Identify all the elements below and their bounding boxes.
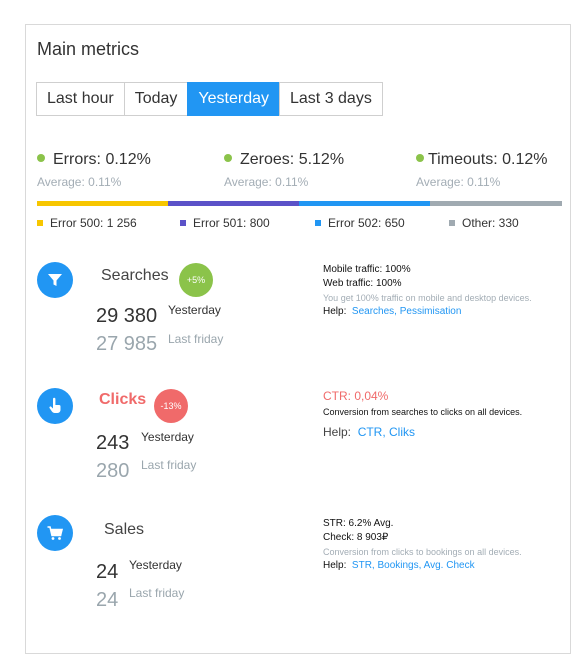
sales-previous-value: 24: [96, 589, 119, 611]
str-text: STR: 6.2% Avg.: [323, 518, 394, 529]
legend-label: Error 500: 1 256: [50, 216, 137, 230]
searches-previous-label: Last friday: [168, 332, 224, 346]
sales-help-links[interactable]: STR, Bookings, Avg. Check: [352, 560, 475, 571]
period-tabs: Last hour Today Yesterday Last 3 days: [36, 82, 383, 116]
bar-segment-other: [430, 201, 562, 206]
section-clicks-title: Clicks: [99, 391, 147, 408]
section-sales-title: Sales: [104, 521, 145, 538]
help-label: Help:: [323, 306, 347, 317]
pointer-icon: [37, 388, 73, 424]
cart-icon: [37, 515, 73, 551]
clicks-previous-label: Last friday: [141, 458, 197, 472]
error-distribution-bar: [37, 201, 562, 206]
legend-square-icon: [449, 219, 455, 226]
metric-timeouts-average: Average: 0.11%: [416, 175, 501, 189]
help-label: Help:: [323, 425, 352, 439]
section-searches-title: Searches: [101, 267, 169, 284]
metric-errors-label: Errors: 0.12%: [53, 151, 151, 168]
searches-note: You get 100% traffic on mobile and deskt…: [323, 293, 532, 303]
clicks-help-links[interactable]: CTR, Cliks: [358, 425, 415, 439]
searches-current-label: Yesterday: [168, 303, 221, 317]
legend-error-502: Error 502: 650: [315, 216, 405, 230]
tab-last-3-days[interactable]: Last 3 days: [279, 82, 383, 116]
tab-yesterday[interactable]: Yesterday: [187, 82, 280, 116]
clicks-info: CTR: 0,04% Conversion from searches to c…: [323, 389, 522, 439]
bar-segment-error-500: [37, 201, 168, 206]
check-text: Check: 8 903₽: [323, 532, 389, 543]
sales-current-label: Yesterday: [129, 558, 182, 572]
sales-current-value: 24: [96, 561, 119, 583]
metric-errors: Errors: 0.12% Average: 0.11%: [37, 151, 151, 189]
metric-zeroes-average: Average: 0.11%: [224, 175, 309, 189]
searches-current-value: 29 380: [96, 305, 158, 327]
metric-zeroes: Zeroes: 5.12% Average: 0.11%: [224, 151, 344, 189]
sales-note: Conversion from clicks to bookings on al…: [323, 547, 522, 557]
metric-zeroes-label: Zeroes: 5.12%: [240, 151, 345, 168]
web-traffic-text: Web traffic: 100%: [323, 278, 402, 289]
status-dot-icon: [224, 153, 232, 162]
legend-square-icon: [37, 219, 43, 226]
status-dot-icon: [416, 153, 424, 162]
metric-errors-average: Average: 0.11%: [37, 175, 122, 189]
legend-square-icon: [180, 219, 186, 226]
legend-error-501: Error 501: 800: [180, 216, 270, 230]
legend-label: Error 502: 650: [328, 216, 405, 230]
searches-change-badge: +5%: [179, 263, 213, 297]
ctr-text: CTR: 0,04%: [323, 389, 389, 403]
card-title: Main metrics: [37, 39, 140, 59]
mobile-traffic-text: Mobile traffic: 100%: [323, 264, 411, 275]
legend-label: Error 501: 800: [193, 216, 270, 230]
bar-segment-error-501: [168, 201, 299, 206]
searches-info: Mobile traffic: 100% Web traffic: 100% Y…: [323, 263, 532, 319]
sales-previous-label: Last friday: [129, 586, 185, 600]
bar-segment-error-502: [299, 201, 430, 206]
clicks-change-badge: -13%: [154, 389, 188, 423]
clicks-previous-value: 280: [96, 460, 130, 482]
clicks-current-value: 243: [96, 432, 130, 454]
legend-error-500: Error 500: 1 256: [37, 216, 137, 230]
main-metrics-card: Main metrics Last hour Today Yesterday L…: [25, 24, 571, 654]
searches-help-links[interactable]: Searches, Pessimisation: [352, 306, 462, 317]
metric-timeouts: Timeouts: 0.12% Average: 0.11%: [416, 151, 547, 189]
help-label: Help:: [323, 560, 347, 571]
clicks-note: Conversion from searches to clicks on al…: [323, 407, 523, 417]
legend-other: Other: 330: [449, 216, 519, 230]
tab-today[interactable]: Today: [123, 82, 189, 116]
tab-last-hour[interactable]: Last hour: [36, 82, 125, 116]
sales-info: STR: 6.2% Avg. Check: 8 903₽ Conversion …: [323, 517, 522, 573]
metric-timeouts-label: Timeouts: 0.12%: [428, 151, 548, 168]
legend-label: Other: 330: [462, 216, 519, 230]
clicks-current-label: Yesterday: [141, 430, 194, 444]
status-dot-icon: [37, 153, 45, 162]
legend-square-icon: [315, 219, 321, 226]
searches-previous-value: 27 985: [96, 333, 158, 355]
filter-icon: [37, 262, 73, 298]
